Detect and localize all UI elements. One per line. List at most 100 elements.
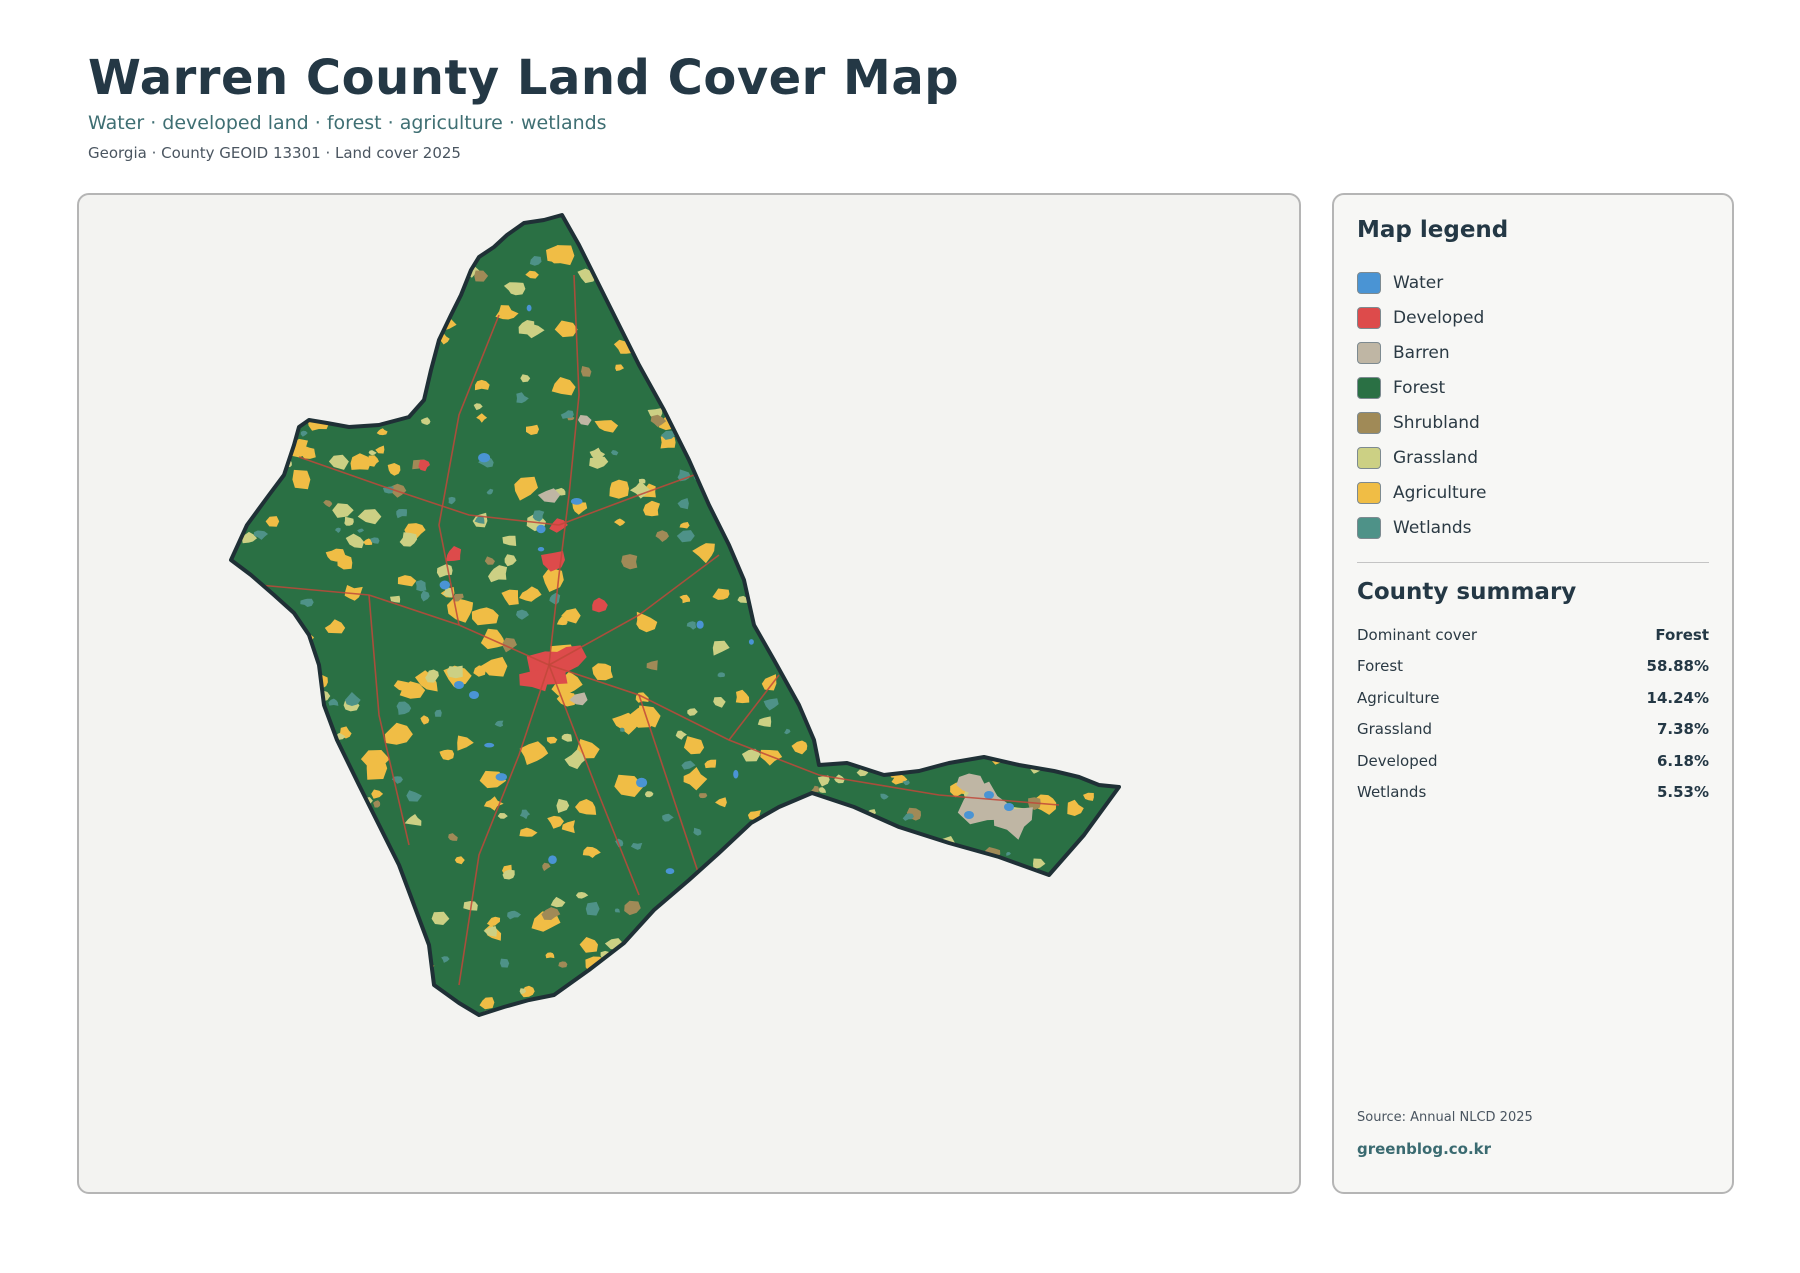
wetlands-patch (1101, 899, 1118, 911)
shrubland-patch (242, 215, 249, 218)
wetlands-patch (946, 662, 959, 671)
grassland-patch (294, 257, 308, 269)
agriculture-patch (609, 479, 629, 499)
shrubland-patch (1103, 596, 1119, 609)
wetlands-patch (337, 298, 347, 307)
agriculture-patch (757, 436, 773, 449)
agriculture-patch (904, 687, 921, 700)
wetlands-patch (837, 566, 851, 579)
grassland-patch (959, 588, 975, 599)
legend-label: Barren (1393, 342, 1450, 363)
agriculture-patch (385, 958, 417, 978)
agriculture-patch (989, 510, 1013, 528)
grassland-patch (838, 717, 855, 728)
north-arrow-icon (1299, 417, 1301, 455)
agriculture-patch (872, 917, 884, 932)
agriculture-patch (403, 317, 423, 335)
grassland-patch (970, 720, 985, 730)
agriculture-patch (890, 736, 904, 745)
summary-value: 14.24% (1646, 688, 1709, 707)
grassland-patch (918, 549, 927, 557)
summary-row: Wetlands 5.53% (1357, 777, 1709, 809)
grassland-patch (844, 537, 856, 550)
grassland-patch (247, 422, 268, 439)
grassland-patch (232, 846, 244, 857)
agriculture-patch (830, 343, 849, 360)
wetlands-patch (333, 338, 346, 352)
shrubland-patch (670, 977, 689, 990)
grassland-patch (1054, 603, 1070, 617)
grassland-patch (671, 405, 679, 414)
wetlands-patch (799, 533, 815, 543)
grassland-patch (249, 269, 271, 289)
agriculture-patch (917, 604, 936, 619)
water-body (636, 777, 648, 788)
shrubland-patch (739, 870, 747, 878)
shrubland-patch (1093, 274, 1105, 287)
grassland-patch (868, 443, 877, 451)
wetlands-patch (328, 944, 335, 949)
summary-value: 7.38% (1656, 720, 1709, 739)
agriculture-patch (953, 473, 980, 492)
agriculture-patch (307, 305, 324, 318)
water-body (1047, 589, 1056, 594)
agriculture-patch (316, 948, 326, 957)
agriculture-patch (909, 951, 923, 964)
agriculture-patch (988, 293, 1001, 307)
shrubland-patch (591, 1008, 606, 1015)
grassland-patch (760, 468, 772, 477)
wetlands-patch (1000, 526, 1014, 537)
grassland-patch (802, 242, 812, 251)
wetlands-patch (287, 254, 295, 262)
wetlands-patch (1005, 988, 1014, 995)
agriculture-patch (1063, 219, 1087, 233)
grassland-patch (358, 318, 376, 333)
agriculture-patch (231, 326, 246, 343)
grassland-patch (780, 660, 795, 671)
shrubland-patch (400, 287, 414, 299)
agriculture-patch (342, 351, 366, 374)
agriculture-patch (899, 949, 911, 958)
water-body (984, 791, 994, 799)
water-body (1042, 507, 1054, 515)
grassland-patch (935, 673, 948, 683)
summary-key: Agriculture (1357, 688, 1440, 707)
agriculture-patch (1046, 570, 1064, 585)
agriculture-patch (585, 215, 601, 224)
grassland-patch (1012, 722, 1036, 738)
water-body (748, 639, 754, 645)
agriculture-patch (988, 215, 1012, 236)
agriculture-patch (835, 643, 848, 652)
agriculture-patch (707, 978, 736, 1000)
grassland-patch (300, 353, 317, 368)
county-map[interactable] (79, 195, 1301, 1194)
agriculture-patch (947, 321, 962, 332)
shrubland-patch (998, 588, 1013, 598)
agriculture-patch (702, 229, 732, 247)
shrubland-patch (618, 236, 639, 250)
agriculture-patch (905, 475, 923, 486)
agriculture-patch (672, 937, 690, 951)
wetlands-patch (799, 216, 813, 225)
map-panel[interactable]: N (77, 193, 1301, 1194)
agriculture-patch (1078, 981, 1097, 997)
grassland-patch (912, 842, 921, 849)
shrubland-patch (310, 283, 331, 297)
shrubland-patch (328, 923, 339, 935)
grassland-patch (892, 574, 908, 585)
site-link[interactable]: greenblog.co.kr (1357, 1140, 1491, 1158)
summary-row: Forest 58.88% (1357, 651, 1709, 683)
shrubland-patch (1059, 420, 1068, 428)
wetlands-patch (713, 290, 726, 301)
agriculture-patch (1038, 646, 1057, 658)
legend-swatch (1357, 481, 1381, 504)
agriculture-patch (933, 732, 947, 745)
agriculture-patch (375, 996, 399, 1015)
agriculture-patch (724, 244, 739, 256)
water-body (1020, 408, 1029, 414)
summary-list: Dominant cover Forest Forest 58.88% Agricult… (1357, 619, 1709, 808)
agriculture-patch (979, 349, 995, 364)
agriculture-patch (1004, 511, 1018, 528)
agriculture-patch (771, 262, 801, 281)
grassland-patch (901, 239, 911, 246)
